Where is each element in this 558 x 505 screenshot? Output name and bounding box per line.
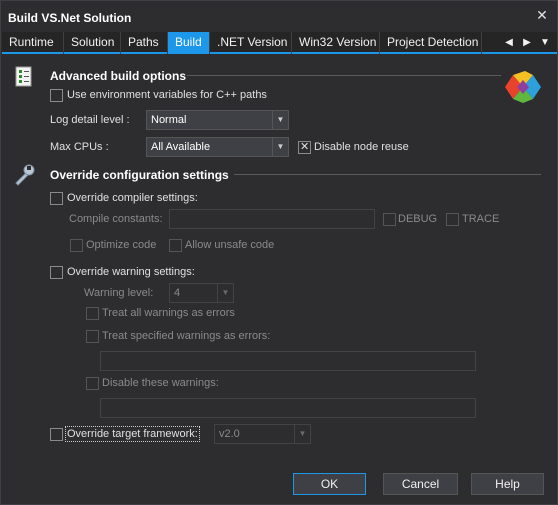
- tab-next-icon[interactable]: ▶: [520, 32, 534, 54]
- target-framework-combo[interactable]: v2.0 ▼: [214, 424, 311, 444]
- warning-level-value: 4: [174, 287, 181, 299]
- target-framework-value: v2.0: [219, 428, 240, 440]
- trace-label: TRACE: [462, 213, 500, 225]
- close-icon[interactable]: ✕: [534, 7, 550, 23]
- max-cpus-value: All Available: [151, 141, 211, 153]
- override-framework-checkbox[interactable]: [50, 428, 63, 441]
- override-section-title: Override configuration settings: [50, 168, 229, 182]
- tab-build[interactable]: Build: [168, 32, 210, 54]
- override-compiler-label: Override compiler settings:: [67, 192, 198, 204]
- compile-constants-input[interactable]: [169, 209, 375, 229]
- tab-project-detection[interactable]: Project Detection: [380, 32, 482, 54]
- tab-paths[interactable]: Paths: [121, 32, 168, 54]
- treat-specified-label: Treat specified warnings as errors:: [102, 330, 271, 342]
- trace-checkbox[interactable]: [446, 213, 459, 226]
- tab-prev-icon[interactable]: ◀: [502, 32, 516, 54]
- optimize-code-label: Optimize code: [86, 239, 157, 251]
- chevron-down-icon: ▼: [272, 138, 288, 156]
- title-bar: Build VS.Net Solution ✕: [1, 1, 557, 32]
- tab-runtime[interactable]: Runtime: [2, 32, 64, 54]
- debug-checkbox[interactable]: [383, 213, 396, 226]
- compile-constants-label: Compile constants:: [69, 213, 163, 225]
- log-detail-value: Normal: [151, 114, 187, 126]
- disable-warnings-input[interactable]: [100, 398, 476, 418]
- visual-studio-logo-icon: [505, 71, 541, 103]
- tab-win32-version[interactable]: Win32 Version: [292, 32, 380, 54]
- override-divider: [234, 174, 541, 175]
- disable-node-reuse-label: Disable node reuse: [314, 141, 409, 153]
- debug-label: DEBUG: [398, 213, 438, 225]
- treat-specified-input[interactable]: [100, 351, 476, 371]
- treat-all-warnings-checkbox[interactable]: [86, 307, 99, 320]
- override-framework-label: Override target framework:: [65, 426, 200, 442]
- treat-specified-checkbox[interactable]: [86, 330, 99, 343]
- warning-level-combo[interactable]: 4 ▼: [169, 283, 234, 303]
- chevron-down-icon: ▼: [272, 111, 288, 129]
- chevron-down-icon: ▼: [294, 425, 310, 443]
- advanced-divider: [187, 75, 501, 76]
- allow-unsafe-checkbox[interactable]: [169, 239, 182, 252]
- optimize-code-checkbox[interactable]: [70, 239, 83, 252]
- tab-net-version[interactable]: .NET Version: [210, 32, 292, 54]
- wrench-icon: [15, 164, 35, 186]
- advanced-section-title: Advanced build options: [50, 69, 187, 83]
- log-detail-combo[interactable]: Normal ▼: [146, 110, 289, 130]
- tab-solution[interactable]: Solution: [64, 32, 121, 54]
- disable-warnings-checkbox[interactable]: [86, 377, 99, 390]
- override-compiler-checkbox[interactable]: [50, 192, 63, 205]
- max-cpus-label: Max CPUs :: [50, 141, 109, 153]
- log-detail-label: Log detail level :: [50, 114, 130, 126]
- allow-unsafe-label: Allow unsafe code: [185, 239, 275, 251]
- checklist-icon: [15, 66, 32, 87]
- override-warnings-checkbox[interactable]: [50, 266, 63, 279]
- chevron-down-icon: ▼: [217, 284, 233, 302]
- disable-node-reuse-checkbox[interactable]: [298, 140, 311, 154]
- window-title: Build VS.Net Solution: [8, 11, 132, 25]
- disable-warnings-label: Disable these warnings:: [102, 377, 219, 389]
- warning-level-label: Warning level:: [84, 287, 154, 299]
- tab-strip: Runtime Solution Paths Build .NET Versio…: [2, 32, 557, 54]
- tab-menu-icon[interactable]: ▼: [538, 32, 552, 54]
- override-warnings-label: Override warning settings:: [67, 266, 195, 278]
- use-env-vars-checkbox[interactable]: [50, 89, 63, 102]
- cancel-button[interactable]: Cancel: [383, 473, 458, 495]
- ok-button[interactable]: OK: [293, 473, 366, 495]
- build-dialog: Build VS.Net Solution ✕ Runtime Solution…: [0, 0, 558, 505]
- help-button[interactable]: Help: [471, 473, 544, 495]
- treat-all-warnings-label: Treat all warnings as errors: [102, 307, 235, 319]
- use-env-vars-label: Use environment variables for C++ paths: [67, 89, 267, 101]
- max-cpus-combo[interactable]: All Available ▼: [146, 137, 289, 157]
